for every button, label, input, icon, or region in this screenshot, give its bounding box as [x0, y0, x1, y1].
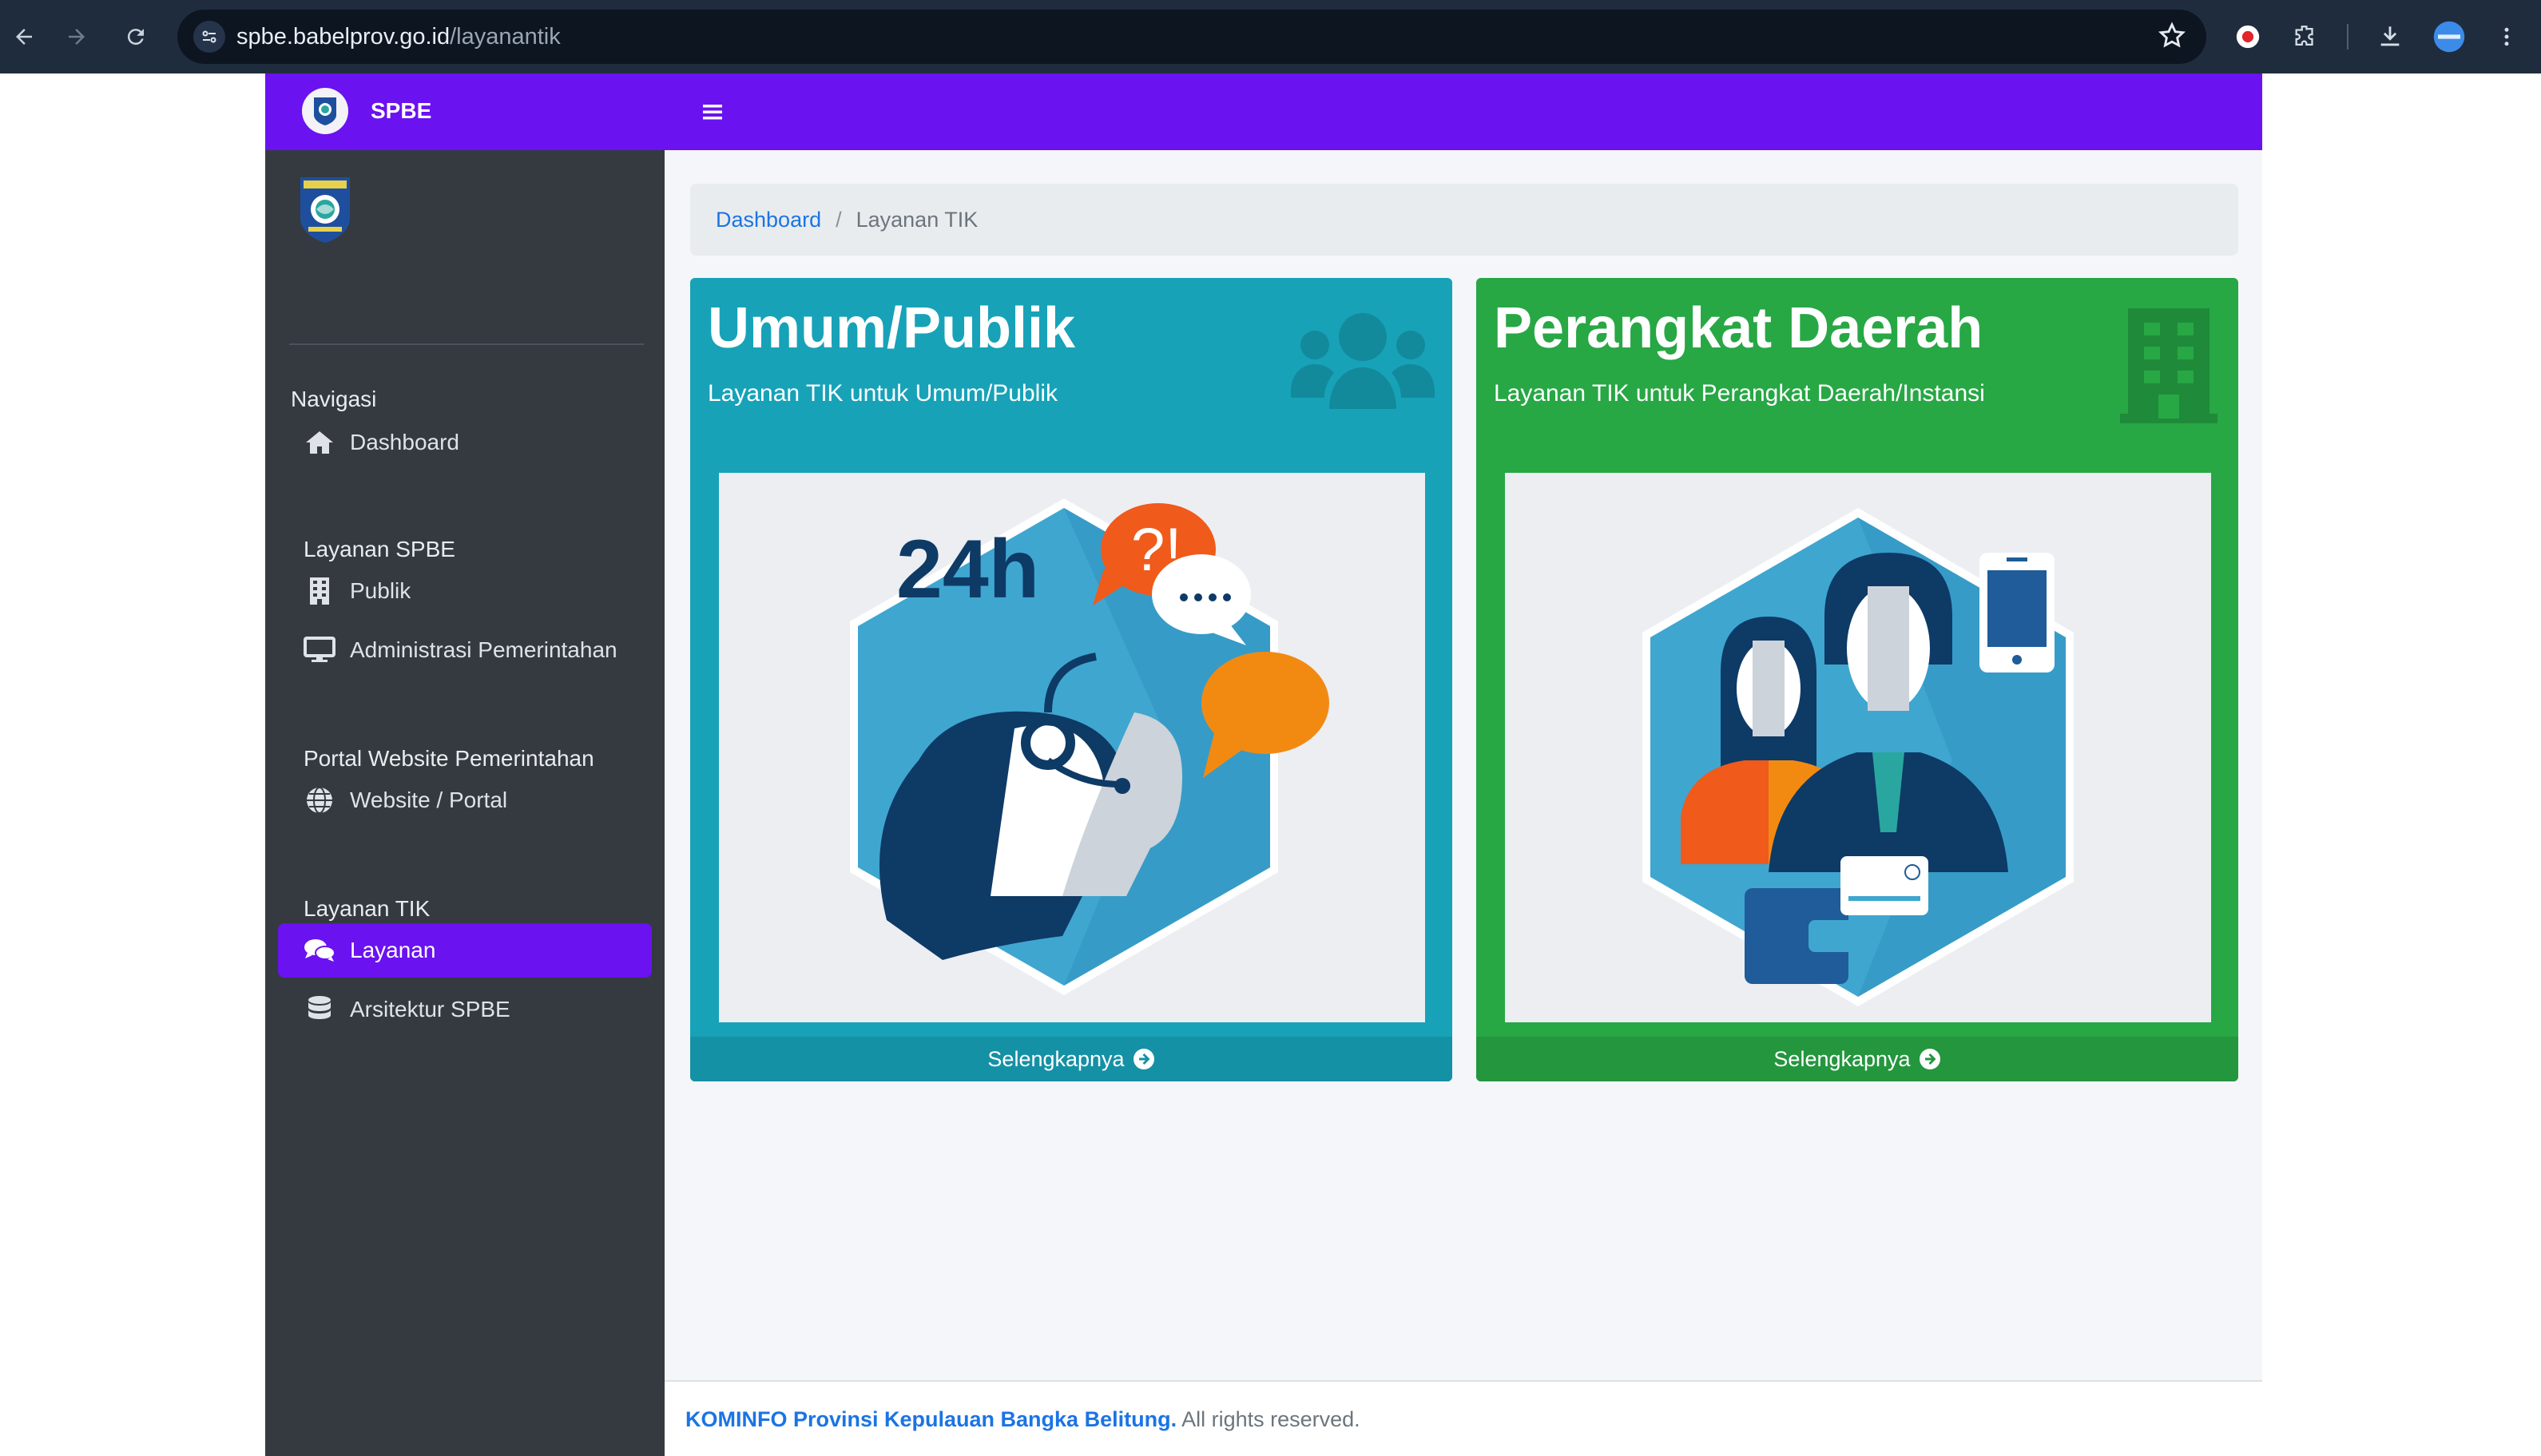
browser-toolbar: spbe.babelprov.go.id/layanantik: [0, 0, 2541, 73]
bookmark-star-icon[interactable]: [2157, 21, 2187, 55]
extensions-puzzle-icon[interactable]: [2283, 14, 2328, 59]
globe-icon: [302, 783, 337, 818]
building-icon: [302, 573, 337, 609]
browser-menu-icon[interactable]: [2484, 14, 2529, 59]
database-icon: [302, 992, 337, 1027]
record-extension-icon[interactable]: [2225, 14, 2270, 59]
brand-logo-icon: [302, 88, 348, 134]
sidebar-item-label: Layanan: [350, 938, 436, 962]
comments-icon: [302, 933, 337, 968]
nav-header-navigasi: Navigasi: [291, 387, 377, 411]
illustration-24h-text: 24h: [896, 523, 1039, 616]
main-content: Dashboard / Layanan TIK Umum/Publik Laya…: [665, 150, 2262, 1456]
back-arrow-icon: [16, 29, 32, 45]
card-title: Umum/Publik: [708, 296, 1076, 360]
footer-rights: All rights reserved.: [1181, 1407, 1360, 1431]
url-path: /layanantik: [450, 24, 561, 50]
brand-link[interactable]: SPBE: [302, 88, 431, 134]
breadcrumb-dashboard-link[interactable]: Dashboard: [716, 208, 821, 232]
brand-name: SPBE: [371, 98, 432, 123]
building-icon: [2120, 308, 2217, 427]
forward-arrow-icon: [69, 29, 85, 45]
reload-button[interactable]: [113, 14, 158, 59]
card-more-label: Selengkapnya: [987, 1046, 1125, 1071]
card-more-label: Selengkapnya: [1773, 1046, 1911, 1071]
url-host: spbe.babelprov.go.id: [236, 24, 451, 50]
card-title: Perangkat Daerah: [1494, 296, 1983, 360]
nav-header-layanan-spbe: Layanan SPBE: [304, 537, 455, 561]
sidebar-item-publik[interactable]: Publik: [278, 564, 652, 618]
sidebar-item-arsitektur[interactable]: Arsitektur SPBE: [278, 982, 652, 1037]
footer-org-link[interactable]: KOMINFO Provinsi Kepulauan Bangka Belitu…: [685, 1407, 1177, 1431]
sidebar-item-website[interactable]: Website / Portal: [278, 773, 652, 827]
download-icon[interactable]: [2368, 14, 2412, 59]
arrow-circle-right-icon: [1919, 1048, 1941, 1070]
page-footer: KOMINFO Provinsi Kepulauan Bangka Belitu…: [665, 1380, 2262, 1456]
url-text: spbe.babelprov.go.id/layanantik: [236, 24, 561, 50]
sidebar-item-label: Website / Portal: [350, 788, 508, 812]
arrow-circle-right-icon: [1133, 1048, 1155, 1070]
footer-text: KOMINFO Provinsi Kepulauan Bangka Belitu…: [685, 1407, 1360, 1432]
card-more-link[interactable]: Selengkapnya: [1476, 1037, 2238, 1081]
breadcrumb: Dashboard / Layanan TIK: [690, 184, 2238, 256]
sidebar-item-label: Publik: [350, 578, 411, 603]
top-navbar: SPBE: [265, 73, 2262, 150]
card-more-link[interactable]: Selengkapnya: [690, 1037, 1452, 1081]
sidebar-item-label: Dashboard: [350, 430, 459, 454]
sidebar-item-administrasi[interactable]: Administrasi Pemerintahan: [278, 623, 652, 677]
users-icon: [1291, 307, 1435, 415]
breadcrumb-separator: /: [836, 207, 842, 232]
menu-toggle-icon[interactable]: [698, 97, 727, 126]
monitor-icon: [302, 633, 337, 668]
card-subtitle: Layanan TIK untuk Perangkat Daerah/Insta…: [1494, 380, 1985, 407]
sidebar-item-label: Administrasi Pemerintahan: [350, 637, 617, 662]
illustration-officials: [1505, 473, 2211, 1022]
back-button[interactable]: [2, 14, 46, 59]
forward-button[interactable]: [54, 14, 99, 59]
sidebar-item-label: Arsitektur SPBE: [350, 997, 510, 1022]
illustration-customer-service: 24h ?!: [719, 473, 1425, 1022]
province-emblem-icon: [297, 174, 353, 250]
app-window: SPBE Navigasi Dashboard Layanan SPBE Pub…: [265, 73, 2262, 1456]
sidebar-item-dashboard[interactable]: Dashboard: [278, 415, 652, 470]
breadcrumb-current: Layanan TIK: [856, 207, 979, 232]
nav-header-layanan-tik: Layanan TIK: [304, 896, 431, 921]
toolbar-divider: [2347, 24, 2348, 50]
sidebar: Navigasi Dashboard Layanan SPBE Publik A…: [265, 150, 665, 1456]
nav-header-portal: Portal Website Pemerintahan: [304, 746, 594, 771]
address-bar[interactable]: spbe.babelprov.go.id/layanantik: [177, 10, 2206, 64]
card-perangkat-daerah: Perangkat Daerah Layanan TIK untuk Peran…: [1476, 278, 2238, 1081]
sidebar-item-layanan[interactable]: Layanan: [278, 923, 652, 978]
site-info-icon[interactable]: [193, 21, 225, 53]
card-umum-publik: Umum/Publik Layanan TIK untuk Umum/Publi…: [690, 278, 1452, 1081]
profile-avatar-icon[interactable]: [2427, 14, 2472, 59]
reload-icon: [127, 29, 144, 46]
card-subtitle: Layanan TIK untuk Umum/Publik: [708, 380, 1058, 407]
home-icon: [302, 425, 337, 460]
sidebar-divider: [289, 343, 644, 345]
